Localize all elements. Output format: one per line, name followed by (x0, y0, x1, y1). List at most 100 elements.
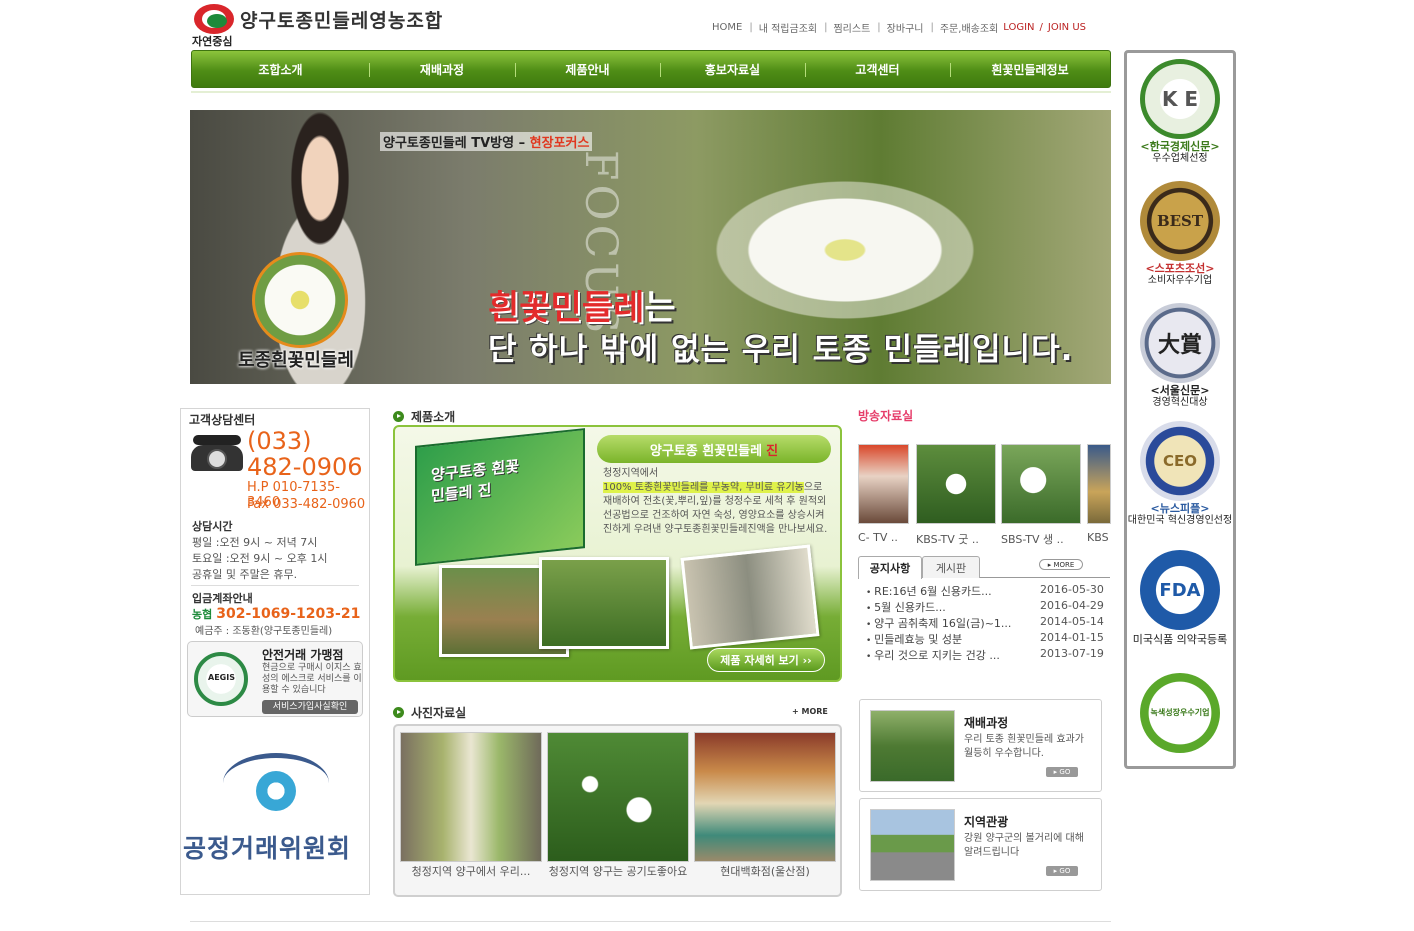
tourism-title: 지역관광 (964, 815, 1009, 829)
product-detail-button[interactable]: 제품 자세히 보기 ›› (707, 648, 825, 672)
gallery-more-link[interactable]: + MORE (792, 707, 828, 716)
tab-notice[interactable]: 공지사항 (858, 556, 922, 579)
notice-item[interactable]: 민들레효능 및 성분2014-01-15 (866, 631, 1106, 647)
left-sidebar: 고객상담센터 (033) 482-0906 H.P 010-7135-3460 … (180, 408, 370, 895)
escrow-seal-icon: AEGIS (194, 652, 248, 706)
wishlist-link[interactable]: 찜리스트 (833, 20, 870, 35)
cultivation-desc: 우리 토종 흰꽃민들레 효과가 월등히 우수합니다. (964, 734, 1084, 759)
gallery-item[interactable]: 청정지역 양구는 공기도좋아요 (547, 732, 689, 879)
product-box-image: 양구토종 흰꽃민들레 진 (415, 428, 585, 566)
notice-item[interactable]: 5월 신용카드...2016-04-29 (866, 599, 1106, 615)
notice-item[interactable]: 우리 것으로 지키는 건강 ...2013-07-19 (866, 647, 1106, 663)
main-menu: 조합소개 재배과정 제품안내 홍보자료실 고객센터 흰꽃민들레정보 (191, 50, 1111, 88)
menu-item-dandelion-info[interactable]: 흰꽃민들레정보 (950, 51, 1110, 87)
nh-bank-icon: 농협 (192, 608, 213, 621)
hours-saturday: 토요일 :오전 9시 ~ 오후 1시 (192, 552, 328, 565)
menu-item-support[interactable]: 고객센터 (805, 51, 950, 87)
order-link[interactable]: 주문,배송조회 (940, 20, 998, 35)
fda-emblem-icon: FDA (1140, 550, 1220, 630)
cultivation-box[interactable]: 재배과정 우리 토종 흰꽃민들레 효과가 월등히 우수합니다. ▸ GO (859, 699, 1102, 792)
escrow-desc: 현금으로 구매시 이지스 효성의 에스크로 서비스를 이용할 수 있습니다 (262, 663, 362, 695)
menu-divider (191, 91, 1111, 93)
bullet-icon (393, 707, 404, 718)
product-title: 양구토종 흰꽃민들레 진 (597, 435, 831, 463)
dandelion-image (695, 170, 995, 330)
site-logo[interactable]: 양구토종민들레영농조합 자연중심 (192, 2, 467, 48)
award-item[interactable]: CEO <뉴스피플> 대한민국 혁신경영인선정 (1127, 421, 1233, 527)
cs-tel: 482-0906 (247, 453, 363, 481)
menu-item-cultivation[interactable]: 재배과정 (369, 51, 515, 87)
ftc-eye-icon (223, 753, 329, 813)
drying-photo (680, 544, 820, 650)
product-heading: 제품소개 (393, 408, 455, 425)
cs-title: 고객상담센터 (189, 413, 256, 427)
escrow-badge[interactable]: AEGIS 안전거래 가맹점 현금으로 구매시 이지스 효성의 에스크로 서비스… (187, 641, 363, 717)
harvest-photo (539, 557, 669, 649)
award-item[interactable]: 大賞 <서울신문> 경영혁신대상 (1127, 303, 1233, 409)
ftc-name: 공정거래위원회 (183, 834, 352, 863)
tourism-box[interactable]: 지역관광 강원 양구군의 볼거리에 대해 알려드립니다 ▸ GO (859, 798, 1102, 891)
bullet-icon (393, 411, 404, 422)
hours-title: 상담시간 (192, 520, 233, 533)
top-navigation: HOME | 내 적립금조회 | 찜리스트 | 장바구니 | 주문,배송조회 LOGIN… (712, 20, 1086, 35)
award-item[interactable]: K E <한국경제신문> 우수업체선정 (1127, 59, 1233, 165)
award-item[interactable]: FDA 미국식품 의약국등록 (1127, 550, 1233, 646)
divider (191, 585, 359, 586)
menu-item-pr[interactable]: 홍보자료실 (660, 51, 805, 87)
green-growth-emblem-icon: 녹색성장우수기업 (1140, 673, 1220, 753)
dandelion-circle-image (252, 252, 348, 348)
menu-item-products[interactable]: 제품안내 (515, 51, 660, 87)
gallery-item[interactable]: 현대백화점(울산점) (694, 732, 836, 879)
hankyung-emblem-icon: K E (1140, 59, 1220, 139)
tourism-desc: 강원 양구군의 볼거리에 대해 알려드립니다 (964, 833, 1084, 858)
vision-award-emblem-icon: 大賞 (1140, 303, 1220, 383)
broadcast-heading: 방송자료실 (858, 409, 914, 423)
award-item[interactable]: 녹색성장우수기업 (1127, 673, 1233, 753)
hours-holiday: 공휴일 및 주말은 휴무. (192, 568, 298, 581)
escrow-verify-button[interactable]: 서비스가입사실확인 (262, 700, 358, 714)
hours-weekday: 평일 :오전 9시 ~ 저녁 7시 (192, 536, 318, 549)
awards-sidebar: K E <한국경제신문> 우수업체선정 BEST <스포츠조선> 소비자우수기업… (1124, 50, 1236, 769)
cs-tel-area: (033) (247, 427, 312, 455)
board-more-button[interactable]: ▸ MORE (1039, 559, 1083, 570)
login-link[interactable]: LOGIN (1003, 22, 1034, 33)
points-link[interactable]: 내 적립금조회 (759, 20, 817, 35)
hero-flower-name: 토종흰꽃민들레 (238, 350, 354, 371)
ftc-banner[interactable]: 공정거래위원회 (181, 749, 369, 869)
broadcast-item[interactable]: SBS-TV 생 .. (1001, 444, 1081, 547)
photo-gallery: 청정지역 양구에서 우리... 청정지역 양구는 공기도좋아요 현대백화점(울산… (393, 724, 842, 897)
escrow-title: 안전거래 가맹점 (262, 648, 344, 662)
account-holder: 예금주 : 조동환(양구토종민들레) (195, 626, 333, 637)
bank-title: 입금계좌안내 (192, 592, 253, 605)
notice-item[interactable]: RE:16년 6월 신용카드...2016-05-30 (866, 583, 1106, 599)
cultivation-go-button[interactable]: ▸ GO (1046, 767, 1078, 777)
logo-mark-icon (194, 4, 234, 34)
cs-fax: Fax 033-482-0960 (247, 497, 366, 512)
product-description: 청정지역에서 100% 토종흰꽃민들레를 무농약, 무비료 유기농으로 재배하여… (603, 468, 828, 535)
bank-account: 농협 302-1069-1203-21 (192, 606, 361, 622)
join-link[interactable]: JOIN US (1048, 22, 1086, 33)
tourism-go-button[interactable]: ▸ GO (1046, 866, 1078, 876)
logo-title: 양구토종민들레영농조합 (240, 10, 444, 32)
hero-headline-1: 흰꽃민들레는 (488, 288, 676, 328)
notice-item[interactable]: 양구 곰취축제 16일(금)~1...2014-05-14 (866, 615, 1106, 631)
award-item[interactable]: BEST <스포츠조선> 소비자우수기업 (1127, 181, 1233, 287)
tourism-photo (870, 809, 955, 881)
menu-item-about[interactable]: 조합소개 (192, 51, 369, 87)
gallery-item[interactable]: 청정지역 양구에서 우리... (400, 732, 542, 879)
footer-divider (190, 921, 1111, 922)
cart-link[interactable]: 장바구니 (887, 20, 924, 35)
home-link[interactable]: HOME (712, 22, 742, 33)
newspeople-ceo-emblem-icon: CEO (1140, 421, 1220, 501)
cultivation-title: 재배과정 (964, 716, 1009, 730)
login-separator: / (1039, 21, 1043, 33)
broadcast-item[interactable]: KBS-TV 굿 .. (916, 444, 996, 547)
cultivation-photo (870, 710, 955, 782)
gallery-heading: 사진자료실 (393, 704, 466, 721)
broadcast-item[interactable]: C- TV .. (858, 444, 909, 544)
logo-subtitle: 자연중심 (192, 35, 233, 48)
tab-board[interactable]: 게시판 (922, 556, 980, 578)
broadcast-item[interactable]: KBS (1087, 444, 1111, 544)
product-panel[interactable]: 양구토종 흰꽃민들레 진 양구토종 흰꽃민들레 진 청정지역에서 100% 토종흰… (393, 425, 842, 682)
best-brand-emblem-icon: BEST (1140, 181, 1220, 261)
